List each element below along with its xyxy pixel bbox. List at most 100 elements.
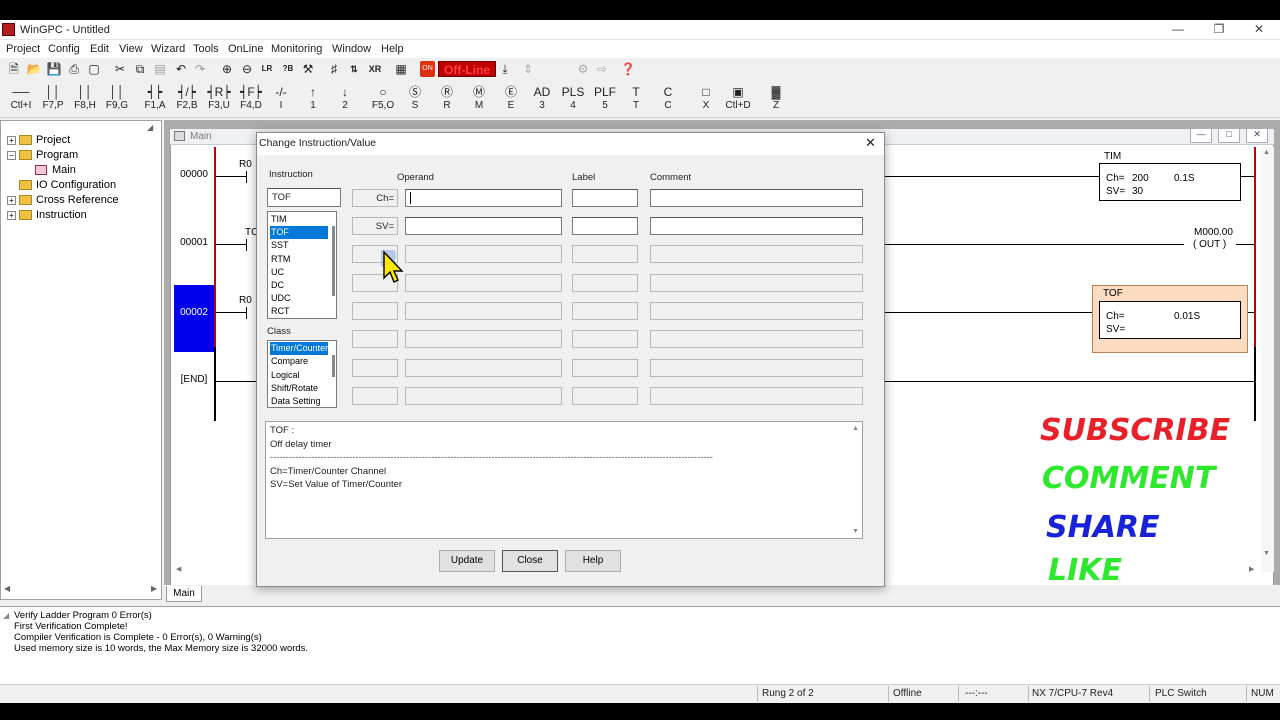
contact-symbol[interactable] bbox=[246, 171, 247, 183]
new-file-icon[interactable]: 🗎 bbox=[5, 60, 23, 78]
ladder-key-2[interactable]: ││ F8,H bbox=[70, 85, 100, 111]
zoom-find-icon[interactable]: ?B bbox=[279, 60, 297, 78]
output-collapse-icon[interactable]: ◢ bbox=[3, 611, 9, 620]
dialog-close-icon[interactable]: ✕ bbox=[865, 135, 876, 151]
menu-monitoring[interactable]: Monitoring bbox=[271, 43, 322, 55]
tim-block[interactable]: Ch= 200 0.1S SV= 30 bbox=[1099, 163, 1241, 201]
cross-ref-icon[interactable]: XR bbox=[366, 60, 384, 78]
contact-symbol[interactable] bbox=[246, 307, 247, 319]
ladder-key-8[interactable]: -/- I bbox=[266, 85, 296, 111]
list-item[interactable]: UC bbox=[270, 266, 328, 279]
desc-scroll-down-icon[interactable]: ▼ bbox=[852, 528, 859, 535]
expand-icon[interactable]: + bbox=[7, 210, 16, 220]
scroll-up-icon[interactable]: ▲ bbox=[1263, 149, 1270, 156]
class-item[interactable]: Compare bbox=[270, 355, 328, 368]
ladder-key-7[interactable]: ┥F┝ F4,D bbox=[236, 85, 266, 111]
ladder-key-23[interactable]: ▓ Z bbox=[761, 85, 791, 111]
scroll-left-icon[interactable]: ◀ bbox=[4, 584, 10, 593]
zoom-fit-icon[interactable]: LR bbox=[258, 60, 276, 78]
list-item[interactable]: UDC bbox=[270, 292, 328, 305]
minimize-button[interactable]: — bbox=[1158, 20, 1198, 40]
help-button[interactable]: Help bbox=[565, 550, 621, 572]
ladder-key-1[interactable]: ││ F7,P bbox=[38, 85, 68, 111]
scroll-right-icon[interactable]: ▶ bbox=[151, 584, 157, 593]
ladder-key-21[interactable]: □ X bbox=[691, 85, 721, 111]
copy-icon[interactable]: ⧉ bbox=[131, 60, 149, 78]
tof-block[interactable]: Ch= 0.01S SV= bbox=[1099, 301, 1241, 339]
ladder-key-12[interactable]: Ⓢ S bbox=[400, 85, 430, 111]
ladder-maximize-button[interactable]: □ bbox=[1218, 128, 1240, 143]
tof-block-selected[interactable]: TOF Ch= 0.01S SV= bbox=[1092, 285, 1248, 353]
rung-number[interactable]: 00001 bbox=[175, 232, 213, 254]
operand-input[interactable] bbox=[405, 189, 562, 207]
undo-icon[interactable]: ↶ bbox=[172, 60, 190, 78]
save-icon[interactable]: 💾 bbox=[45, 60, 63, 78]
expand-icon[interactable]: + bbox=[7, 195, 16, 205]
rung-number[interactable]: 00000 bbox=[175, 164, 213, 186]
online-badge[interactable]: ON bbox=[420, 61, 435, 77]
class-list[interactable]: Timer/Counter Compare Logical Shift/Rota… bbox=[267, 340, 337, 408]
operand-input[interactable] bbox=[405, 217, 562, 235]
tree-item-cross-reference[interactable]: + Cross Reference bbox=[7, 193, 119, 208]
zoom-in-icon[interactable]: ⊕ bbox=[218, 60, 236, 78]
list-item[interactable]: TIM bbox=[270, 213, 328, 226]
class-scrollbar[interactable] bbox=[332, 355, 335, 377]
close-button[interactable]: Close bbox=[502, 550, 558, 572]
calendar-icon[interactable]: ▦ bbox=[392, 60, 410, 78]
ladder-key-15[interactable]: Ⓔ E bbox=[496, 85, 526, 111]
help-icon[interactable]: ❓ bbox=[619, 60, 637, 78]
list-item[interactable]: SST bbox=[270, 239, 328, 252]
desc-scroll-up-icon[interactable]: ▲ bbox=[852, 425, 859, 432]
class-item[interactable]: Shift/Rotate bbox=[270, 382, 328, 395]
list-item-selected[interactable]: TOF bbox=[270, 226, 328, 239]
close-window-button[interactable]: ✕ bbox=[1239, 20, 1279, 40]
tree-item-main[interactable]: Main bbox=[35, 163, 76, 178]
list-item[interactable]: RTM bbox=[270, 253, 328, 266]
tree-collapse-icon[interactable]: ◢ bbox=[147, 123, 153, 132]
ladder-key-3[interactable]: ││ F9,G bbox=[102, 85, 132, 111]
menu-config[interactable]: Config bbox=[48, 43, 80, 55]
tree-item-io-configuration[interactable]: IO Configuration bbox=[19, 178, 116, 193]
collapse-icon[interactable]: − bbox=[7, 150, 16, 160]
download-icon[interactable]: ⤓ bbox=[496, 60, 514, 78]
ladder-key-0[interactable]: ── Ctl+I bbox=[6, 85, 36, 111]
label-input[interactable] bbox=[572, 217, 638, 235]
connect-icon[interactable]: ⚙ bbox=[574, 60, 592, 78]
tree-item-project[interactable]: + Project bbox=[7, 133, 70, 148]
rung-number-selected[interactable]: 00002 bbox=[174, 285, 214, 352]
open-folder-icon[interactable]: 📂 bbox=[25, 60, 43, 78]
ladder-key-6[interactable]: ┥R┝ F3,U bbox=[204, 85, 234, 111]
ladder-close-button[interactable]: ✕ bbox=[1246, 128, 1268, 143]
class-item[interactable]: Logical bbox=[270, 369, 328, 382]
zoom-out-icon[interactable]: ⊖ bbox=[238, 60, 256, 78]
comment-input[interactable] bbox=[650, 217, 863, 235]
cut-icon[interactable]: ✂ bbox=[111, 60, 129, 78]
hscroll-right-icon[interactable]: ▶ bbox=[1249, 565, 1254, 573]
comment-input[interactable] bbox=[650, 189, 863, 207]
find-icon[interactable]: ♯ bbox=[325, 60, 343, 78]
ladder-key-19[interactable]: TT bbox=[621, 85, 651, 111]
tree-item-instruction[interactable]: + Instruction bbox=[7, 208, 87, 223]
menu-edit[interactable]: Edit bbox=[90, 43, 109, 55]
print-preview-icon[interactable]: ▢ bbox=[85, 60, 103, 78]
ladder-key-13[interactable]: Ⓡ R bbox=[432, 85, 462, 111]
menu-view[interactable]: View bbox=[119, 43, 143, 55]
ladder-key-17[interactable]: PLS 4 bbox=[558, 85, 588, 111]
list-item[interactable]: RCT bbox=[270, 305, 328, 318]
instruction-list[interactable]: TIM TOF SST RTM UC DC UDC RCT bbox=[267, 211, 337, 319]
ladder-key-11[interactable]: ○ F5,O bbox=[368, 85, 398, 111]
restore-button[interactable]: ❐ bbox=[1199, 20, 1239, 40]
tab-main[interactable]: Main bbox=[166, 586, 202, 602]
menu-window[interactable]: Window bbox=[332, 43, 371, 55]
tree-item-program[interactable]: − Program bbox=[7, 148, 78, 163]
instruction-input[interactable]: TOF bbox=[267, 188, 341, 207]
list-scrollbar[interactable] bbox=[332, 226, 335, 296]
contact-symbol[interactable] bbox=[246, 239, 247, 251]
ladder-vscrollbar[interactable] bbox=[1261, 147, 1274, 572]
ladder-key-18[interactable]: PLF 5 bbox=[590, 85, 620, 111]
replace-icon[interactable]: ⇅ bbox=[345, 60, 363, 78]
arrows-icon[interactable]: ⇨ bbox=[593, 60, 611, 78]
menu-wizard[interactable]: Wizard bbox=[151, 43, 185, 55]
ladder-key-4[interactable]: ┥┝ F1,A bbox=[140, 85, 170, 111]
class-item[interactable]: Data Setting bbox=[270, 395, 328, 408]
